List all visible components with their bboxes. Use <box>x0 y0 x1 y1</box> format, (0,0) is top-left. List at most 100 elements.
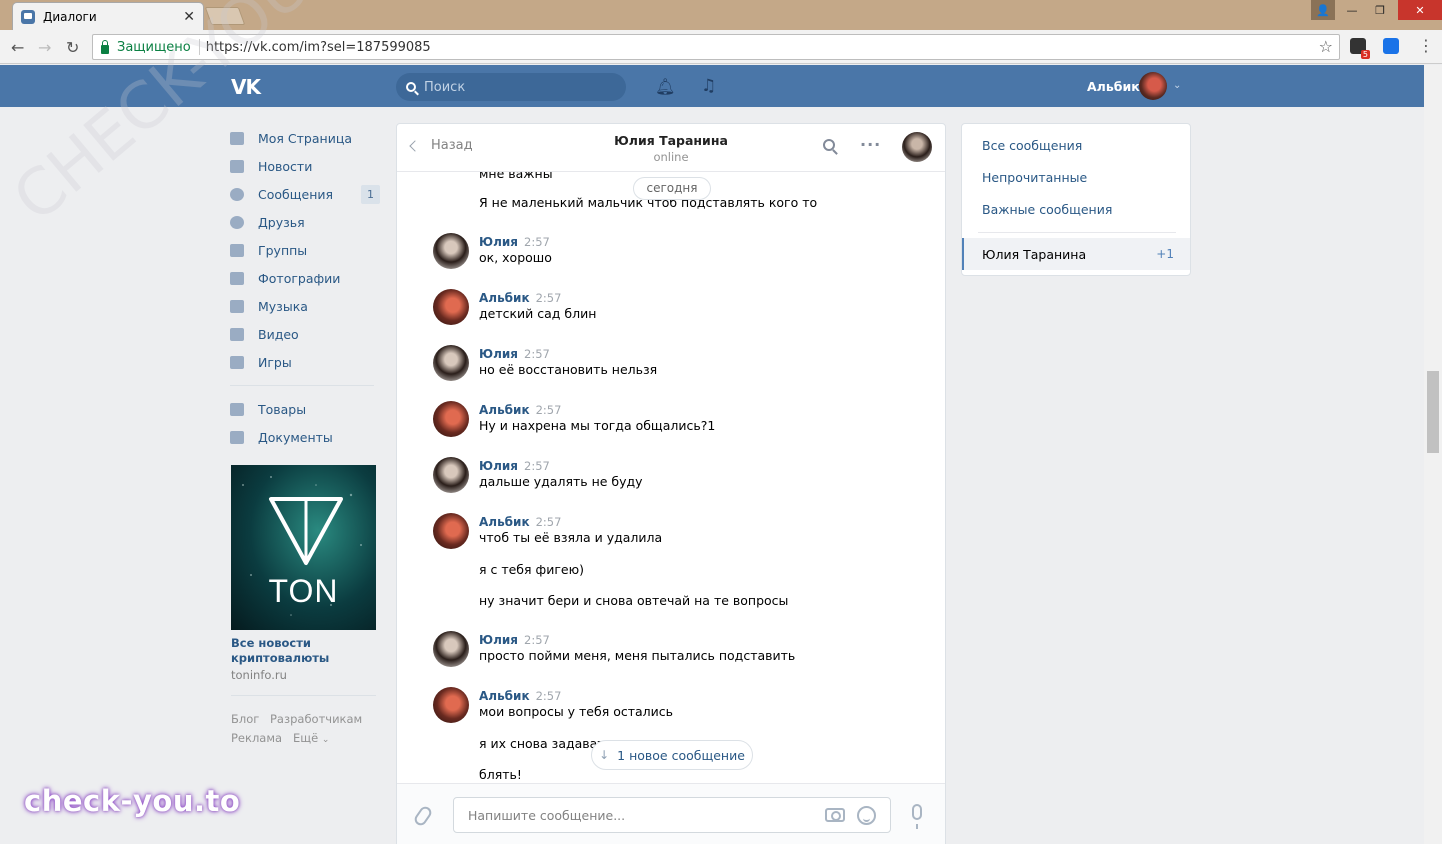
message-item: Юлия 2:57 но её восстановить нельзя <box>479 346 919 378</box>
message-item: Юлия 2:57 дальше удалять не буду <box>479 458 919 490</box>
filter-unread[interactable]: Непрочитанные <box>982 170 1087 185</box>
sidebar-item-photos[interactable]: Фотографии <box>230 264 380 292</box>
tab-close-icon[interactable]: ✕ <box>183 9 195 25</box>
message-text: мои вопросы у тебя остались <box>479 704 674 719</box>
sidebar-item-games[interactable]: Игры <box>230 348 380 376</box>
notifications-bell-icon[interactable]: 🔔︎ <box>655 77 675 96</box>
message-item: Юлия 2:57 просто пойми меня, меня пыталис… <box>479 632 919 664</box>
chevron-down-icon[interactable]: ⌄ <box>1173 80 1181 91</box>
ad-link[interactable]: toninfo.ru <box>231 668 287 682</box>
message-author[interactable]: Юлия <box>479 235 518 249</box>
message-author[interactable]: Юлия <box>479 459 518 473</box>
profile-icon[interactable]: 👤 <box>1311 0 1335 20</box>
filter-all-messages[interactable]: Все сообщения <box>982 138 1082 153</box>
more-actions-icon[interactable]: ··· <box>860 135 881 154</box>
footer-link-more[interactable]: Ещё ⌄ <box>293 731 329 745</box>
sidebar-item-goods[interactable]: Товары <box>230 395 380 423</box>
browser-tab[interactable]: Диалоги ✕ <box>12 2 204 30</box>
avatar[interactable] <box>433 289 469 325</box>
shopping-bag-icon <box>230 402 244 416</box>
message-author[interactable]: Альбик <box>479 689 530 703</box>
news-icon <box>230 159 244 173</box>
ad-title[interactable]: Все новости криптовалюты <box>231 636 381 666</box>
avatar[interactable] <box>433 687 469 723</box>
avatar[interactable] <box>433 345 469 381</box>
message-time[interactable]: 2:57 <box>524 235 550 249</box>
message-author[interactable]: Альбик <box>479 291 530 305</box>
footer-link-developers[interactable]: Разработчикам <box>270 712 362 726</box>
window-close-icon[interactable]: ✕ <box>1398 0 1442 20</box>
sidebar-item-documents[interactable]: Документы <box>230 423 380 451</box>
extension-icon[interactable]: 5 <box>1350 38 1370 59</box>
message-author[interactable]: Юлия <box>479 633 518 647</box>
page-scrollbar[interactable] <box>1424 65 1442 844</box>
footer-link-blog[interactable]: Блог <box>231 712 259 726</box>
vk-logo[interactable]: VK <box>231 75 261 99</box>
sidebar-item-music[interactable]: Музыка <box>230 292 380 320</box>
message-text-partial: мне важны <box>479 172 553 181</box>
camera-icon[interactable] <box>825 808 845 822</box>
header-user-name[interactable]: Альбик <box>1087 79 1140 94</box>
microphone-icon[interactable] <box>912 804 922 829</box>
message-text: дальше удалять не буду <box>479 474 643 489</box>
peer-avatar[interactable] <box>902 132 932 162</box>
document-icon <box>230 430 244 444</box>
message-time[interactable]: 2:57 <box>536 403 562 417</box>
sidebar-item-label: Музыка <box>258 298 308 314</box>
sidebar-item-video[interactable]: Видео <box>230 320 380 348</box>
search-input[interactable]: Поиск <box>396 73 626 101</box>
message-input[interactable]: Напишите сообщение... <box>453 797 891 833</box>
message-list[interactable]: мне важны Я не маленький мальчик чтоб по… <box>397 172 945 782</box>
message-text: ну значит бери и снова овтечай на те воп… <box>479 593 789 608</box>
message-text: просто пойми меня, меня пытались подстав… <box>479 648 796 663</box>
tab-title: Диалоги <box>43 9 97 24</box>
scrollbar-thumb[interactable] <box>1427 371 1439 453</box>
message-time[interactable]: 2:57 <box>536 689 562 703</box>
sidebar-item-my-page[interactable]: Моя Страница <box>230 124 380 152</box>
message-author[interactable]: Юлия <box>479 347 518 361</box>
new-message-button[interactable]: ↓ 1 новое сообщение <box>591 740 753 770</box>
film-icon <box>230 327 244 341</box>
search-in-chat-icon[interactable] <box>823 139 835 151</box>
secure-label: Защищено <box>117 39 191 55</box>
sidebar-item-messages[interactable]: Сообщения 1 <box>230 180 380 208</box>
lock-icon <box>101 39 109 54</box>
avatar[interactable] <box>433 631 469 667</box>
footer-link-ads[interactable]: Реклама <box>231 731 282 745</box>
message-author[interactable]: Альбик <box>479 403 530 417</box>
message-bubble-icon <box>230 187 244 201</box>
avatar[interactable] <box>433 233 469 269</box>
message-time[interactable]: 2:57 <box>536 291 562 305</box>
sidebar-item-groups[interactable]: Группы <box>230 236 380 264</box>
header-avatar[interactable] <box>1139 72 1167 100</box>
filter-important[interactable]: Важные сообщения <box>982 202 1112 217</box>
ad-image[interactable]: TON <box>231 465 376 630</box>
minimize-icon[interactable]: — <box>1338 0 1366 20</box>
back-arrow-icon[interactable]: ← <box>11 38 24 57</box>
avatar[interactable] <box>433 401 469 437</box>
active-dialog-item[interactable]: Юлия Таранина +1 <box>962 238 1190 270</box>
message-author[interactable]: Альбик <box>479 515 530 529</box>
paperclip-icon[interactable] <box>412 804 434 828</box>
shield-extension-icon[interactable] <box>1383 38 1399 54</box>
restore-icon[interactable]: ❐ <box>1366 0 1394 20</box>
reload-icon[interactable]: ↻ <box>66 38 79 57</box>
new-tab-button[interactable] <box>204 7 246 25</box>
message-time[interactable]: 2:57 <box>524 347 550 361</box>
url-input[interactable]: Защищено https://vk.com/im?sel=187599085… <box>92 34 1340 60</box>
chat-header: Назад Юлия Таранина online ··· <box>397 124 945 172</box>
avatar[interactable] <box>433 457 469 493</box>
message-item: Альбик 2:57 мои вопросы у тебя остались <box>479 688 919 720</box>
emoji-smile-icon[interactable] <box>857 805 876 825</box>
bookmark-star-icon[interactable]: ☆ <box>1319 37 1333 56</box>
sidebar-item-news[interactable]: Новости <box>230 152 380 180</box>
message-time[interactable]: 2:57 <box>524 633 550 647</box>
browser-menu-icon[interactable]: ⋮ <box>1418 36 1434 55</box>
left-menu: Моя Страница Новости Сообщения 1 Друзья Г… <box>230 124 380 451</box>
avatar[interactable] <box>433 513 469 549</box>
message-time[interactable]: 2:57 <box>524 459 550 473</box>
message-time[interactable]: 2:57 <box>536 515 562 529</box>
sidebar-item-friends[interactable]: Друзья <box>230 208 380 236</box>
music-note-icon[interactable]: ♫ <box>701 76 716 96</box>
forward-arrow-icon[interactable]: → <box>38 38 51 57</box>
